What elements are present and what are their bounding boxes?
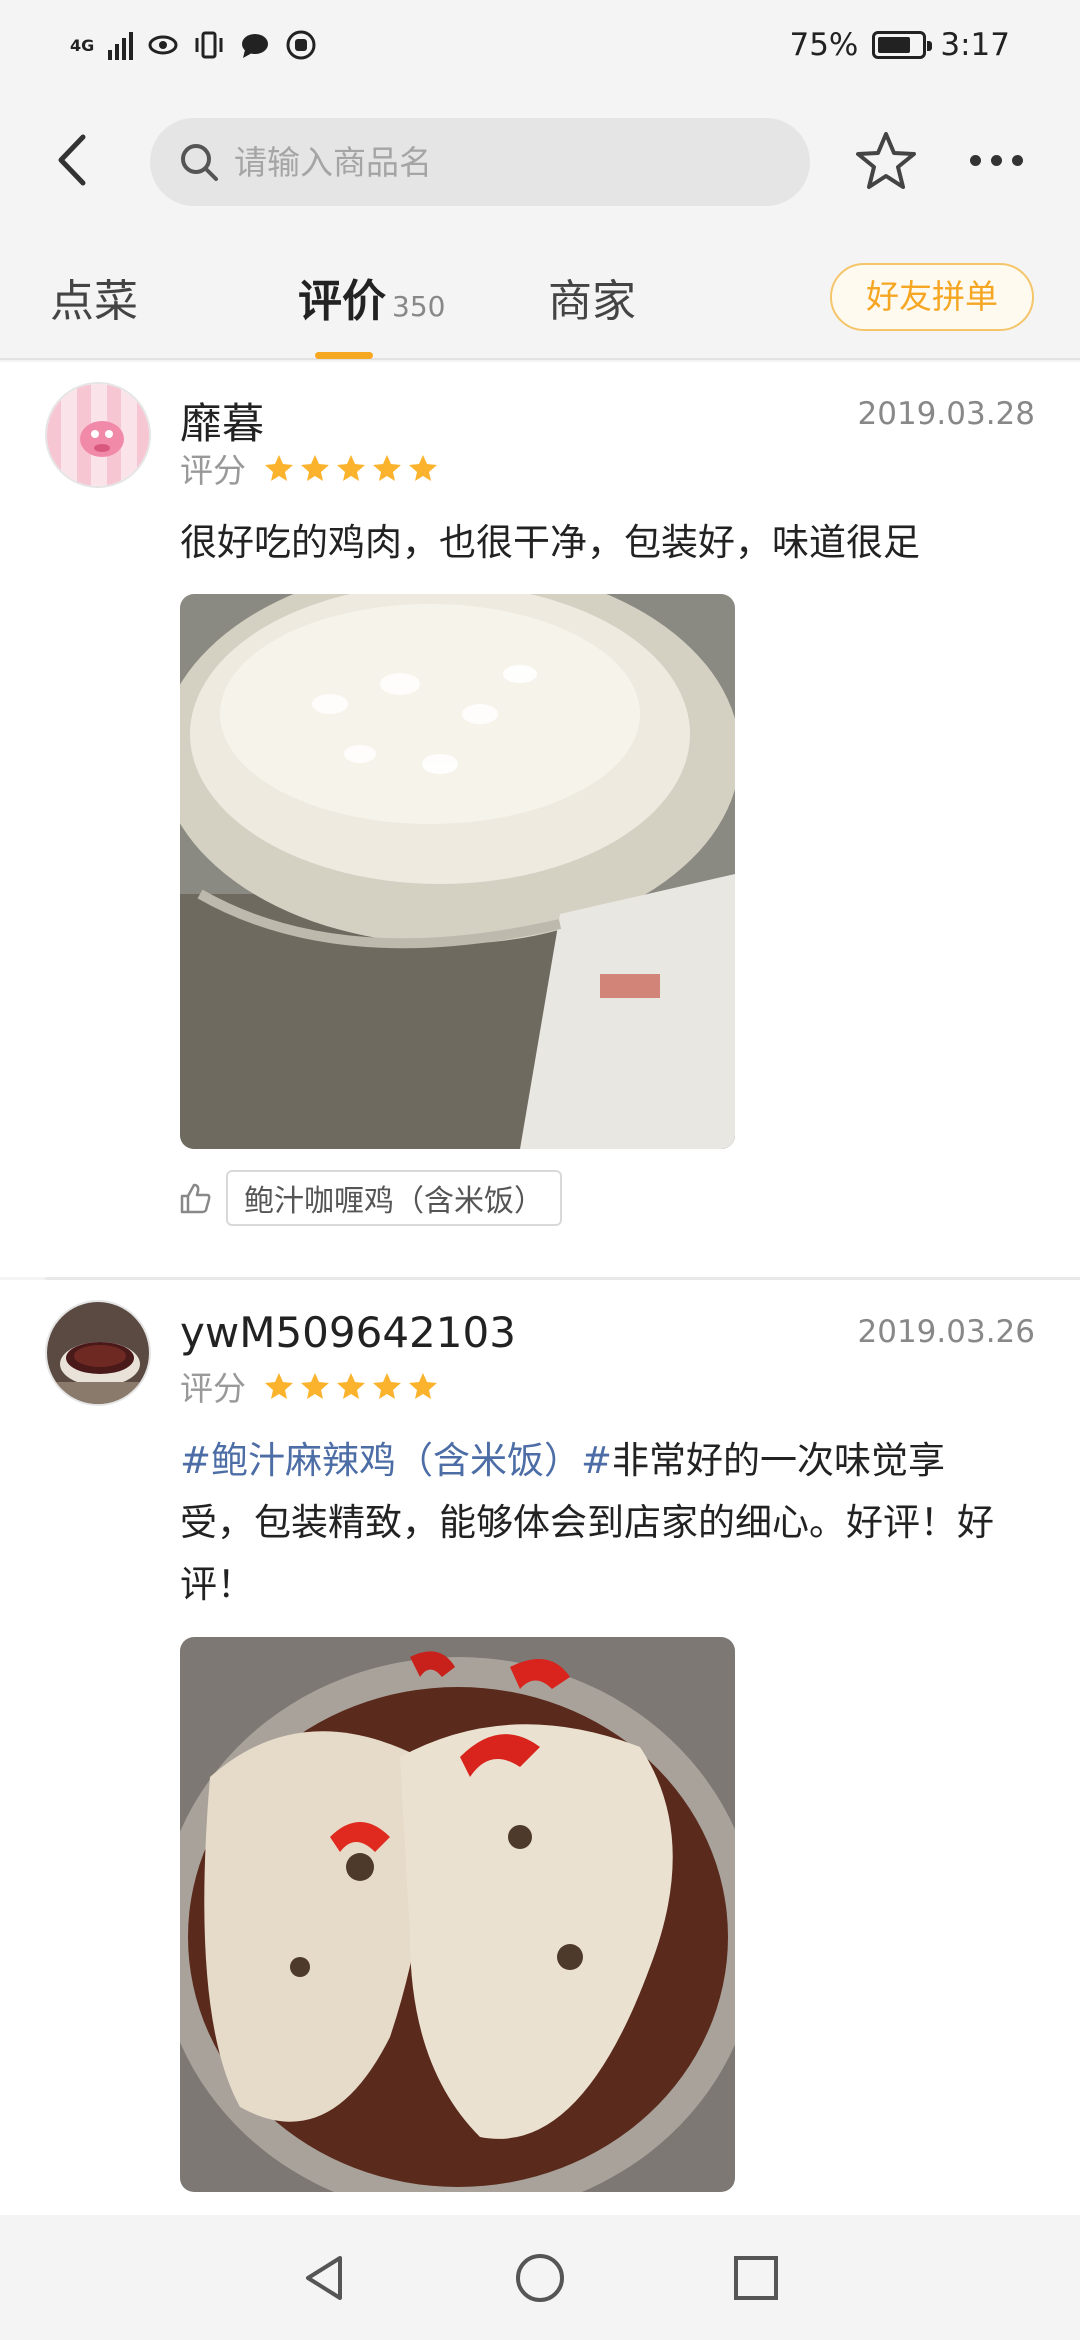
star-icon: [265, 1373, 293, 1399]
star-icon: [409, 1373, 437, 1399]
app-screen: 4G 75% 3:17 请输入商品名 点菜 评价 350 商家 好友拼单 靡暮 …: [0, 0, 1080, 2340]
friend-order-button[interactable]: 好友拼单: [830, 263, 1034, 331]
review-text: 很好吃的鸡肉，也很干净，包装好，味道很足: [180, 512, 1010, 574]
tab-reviews[interactable]: 评价 350: [298, 265, 445, 329]
star-outline-icon[interactable]: [855, 130, 917, 192]
topic-link[interactable]: #鲍汁麻辣鸡（含米饭）#: [180, 1439, 612, 1482]
rating-label: 评分: [180, 451, 246, 490]
network-label: 4G: [70, 35, 95, 55]
rating-row: 评分: [180, 444, 438, 492]
star-icon: [265, 455, 293, 481]
thumbs-up-icon[interactable]: [178, 1181, 212, 1215]
review-item: ywM509642103 2019.03.26 评分 #鲍汁麻辣鸡（含米饭）#非…: [0, 1280, 1080, 2255]
reviews-count: 350: [392, 290, 446, 323]
circle-home-icon[interactable]: [512, 2250, 568, 2306]
tab-menu[interactable]: 点菜: [50, 265, 138, 329]
more-dots-icon[interactable]: [970, 140, 1040, 180]
system-nav-bar: [0, 2215, 1080, 2340]
hand-icon: [286, 30, 316, 60]
square-recents-icon[interactable]: [728, 2250, 784, 2306]
review-username[interactable]: 靡暮: [180, 390, 264, 451]
rating-label: 评分: [180, 1369, 246, 1408]
status-bar: 4G 75% 3:17: [0, 0, 1080, 90]
signal-icon: [108, 30, 134, 60]
star-icon: [337, 1373, 365, 1399]
search-bar[interactable]: [150, 118, 810, 206]
search-icon: [181, 144, 218, 181]
chevron-left-icon[interactable]: [45, 125, 105, 195]
star-icon: [337, 455, 365, 481]
active-tab-indicator: [315, 352, 373, 359]
star-icon: [409, 455, 437, 481]
review-photo[interactable]: [180, 1637, 735, 2192]
triangle-back-icon[interactable]: [296, 2250, 352, 2306]
status-right: 75% 3:17: [789, 27, 1010, 63]
star-rating: [264, 1371, 438, 1401]
battery-percent: 75%: [789, 27, 859, 63]
review-body: 很好吃的鸡肉，也很干净，包装好，味道很足: [180, 521, 920, 564]
review-username[interactable]: ywM509642103: [180, 1308, 516, 1357]
review-item: 靡暮 2019.03.28 评分 很好吃的鸡肉，也很干净，包装好，味道很足 鲍汁…: [0, 362, 1080, 1277]
tab-bar: 点菜 评价 350 商家 好友拼单: [0, 235, 1080, 360]
star-rating: [264, 453, 438, 483]
star-icon: [373, 455, 401, 481]
review-list[interactable]: 靡暮 2019.03.28 评分 很好吃的鸡肉，也很干净，包装好，味道很足 鲍汁…: [0, 362, 1080, 2255]
status-left: 4G: [70, 30, 317, 60]
battery-fill: [878, 37, 910, 53]
star-icon: [301, 1373, 329, 1399]
search-input[interactable]: [234, 142, 754, 182]
message-icon: [242, 34, 269, 58]
top-bar: [0, 90, 1080, 235]
review-photo[interactable]: [180, 594, 735, 1149]
avatar[interactable]: [45, 1300, 151, 1406]
tab-reviews-label: 评价: [298, 276, 386, 327]
review-date: 2019.03.28: [857, 396, 1036, 432]
review-date: 2019.03.26: [857, 1314, 1036, 1350]
review-text: #鲍汁麻辣鸡（含米饭）#非常好的一次味觉享受，包装精致，能够体会到店家的细心。好…: [180, 1430, 1010, 1616]
star-icon: [301, 455, 329, 481]
rating-row: 评分: [180, 1362, 438, 1410]
avatar[interactable]: [45, 382, 151, 488]
dish-tag[interactable]: 鲍汁咖喱鸡（含米饭）: [226, 1170, 562, 1226]
dish-like-row: 鲍汁咖喱鸡（含米饭）: [178, 1170, 562, 1226]
battery-icon: [872, 31, 933, 59]
eye-icon: [148, 35, 178, 55]
tab-merchant[interactable]: 商家: [548, 265, 636, 329]
clock: 3:17: [940, 27, 1010, 63]
vibrate-icon: [195, 31, 223, 59]
star-icon: [373, 1373, 401, 1399]
